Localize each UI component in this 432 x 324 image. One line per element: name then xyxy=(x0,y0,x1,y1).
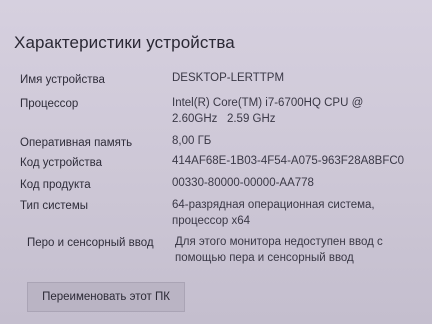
spec-label: Тип системы xyxy=(20,200,88,212)
spec-value: Для этого монитора недоступен ввод с xyxy=(175,236,383,248)
device-specifications-panel: Характеристики устройства Имя устройства… xyxy=(0,0,432,324)
spec-value: 414AF68E-1B03-4F54-A075-963F28A8BFC0 xyxy=(172,155,405,167)
section-title: Характеристики устройства xyxy=(14,33,235,52)
spec-value: 8,00 ГБ xyxy=(172,135,212,147)
spec-value-line2: 2.60GHz 2.59 GHz xyxy=(172,113,276,125)
spec-value-line2: помощью пера и сенсорный ввод xyxy=(175,252,354,264)
rename-pc-button[interactable]: Переименовать этот ПК xyxy=(27,282,185,312)
spec-value: DESKTOP-LERTTPM xyxy=(172,72,285,84)
spec-label: Оперативная память xyxy=(20,137,133,149)
spec-value: 00330-80000-00000-AA778 xyxy=(172,177,314,189)
spec-label: Имя устройства xyxy=(20,74,105,86)
spec-label: Код продукта xyxy=(20,179,91,191)
spec-value: Intel(R) Core(TM) i7-6700HQ CPU @ xyxy=(172,97,364,109)
spec-value-line2: процессор x64 xyxy=(172,215,251,227)
spec-label: Перо и сенсорный ввод xyxy=(27,237,154,249)
spec-value: 64-разрядная операционная система, xyxy=(172,199,375,211)
spec-label: Процессор xyxy=(20,98,79,110)
spec-label: Код устройства xyxy=(20,157,102,169)
